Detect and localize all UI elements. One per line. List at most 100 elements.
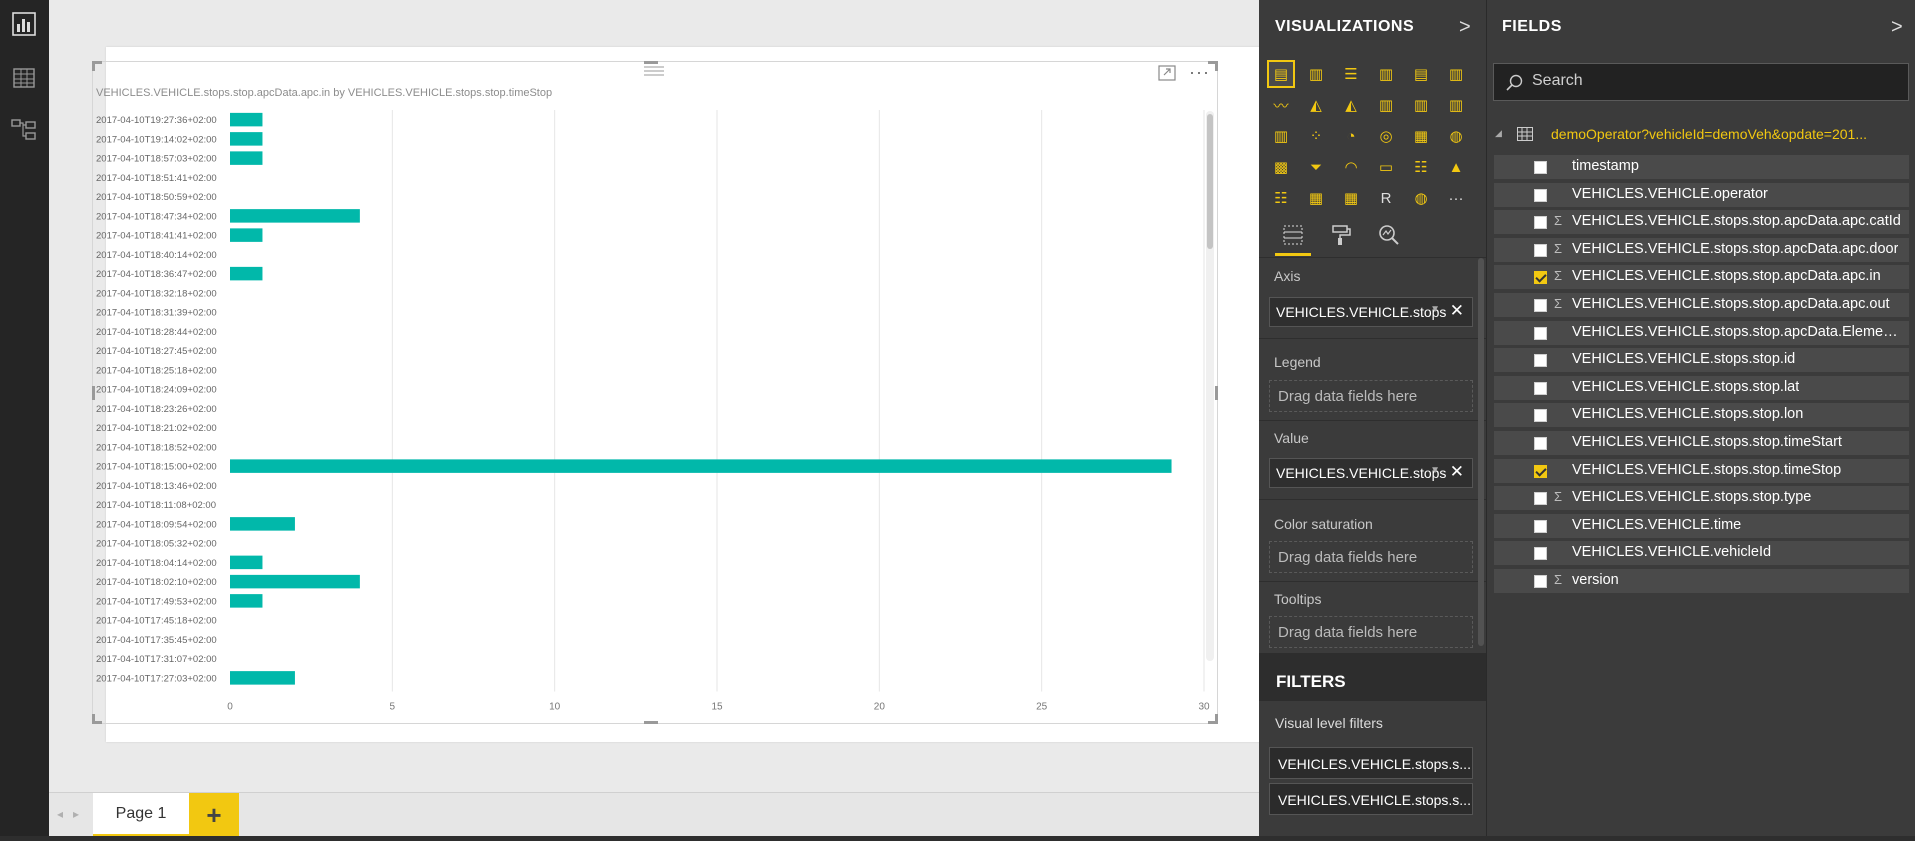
collapse-fields-icon[interactable]: >: [1891, 16, 1903, 39]
field-checkbox[interactable]: [1534, 188, 1547, 202]
map-icon[interactable]: ◍: [1442, 122, 1470, 150]
field-row[interactable]: VEHICLES.VEHICLE.stops.stop.id: [1494, 348, 1909, 374]
field-row[interactable]: VEHICLES.VEHICLE.operator: [1494, 182, 1909, 208]
bar[interactable]: [230, 594, 263, 608]
clustered-column-icon[interactable]: ▥: [1372, 60, 1400, 88]
table-node[interactable]: ◢ demoOperator?vehicleId=demoVeh&opdate=…: [1495, 122, 1909, 148]
line-clustered-icon[interactable]: ▥: [1407, 91, 1435, 119]
data-view-icon[interactable]: [8, 62, 40, 94]
area-icon[interactable]: ◭: [1302, 91, 1330, 119]
drag-grip-icon[interactable]: [644, 65, 664, 77]
stacked-area-icon[interactable]: ◭: [1337, 91, 1365, 119]
gauge-icon[interactable]: ◠: [1337, 153, 1365, 181]
field-row[interactable]: VEHICLES.VEHICLE.stops.stop.lat: [1494, 375, 1909, 401]
tab-page-1[interactable]: Page 1: [93, 793, 189, 837]
field-checkbox[interactable]: [1534, 161, 1547, 174]
field-checkbox[interactable]: [1534, 271, 1547, 285]
value-well-field[interactable]: VEHICLES.VEHICLE.stops ▼ ✕: [1269, 458, 1473, 488]
pie-icon[interactable]: ◔: [1337, 122, 1365, 150]
bar[interactable]: [230, 209, 360, 223]
field-checkbox[interactable]: [1534, 519, 1547, 533]
bar[interactable]: [230, 228, 263, 242]
donut-icon[interactable]: ◎: [1372, 122, 1400, 150]
bar[interactable]: [230, 517, 295, 531]
bar[interactable]: [230, 266, 263, 281]
tab-prev-icon[interactable]: ◂: [57, 807, 63, 821]
field-checkbox[interactable]: [1534, 464, 1547, 478]
matrix-icon[interactable]: ▦: [1337, 184, 1365, 212]
table-icon[interactable]: ▦: [1302, 184, 1330, 212]
stacked-bar-icon[interactable]: ▤: [1267, 60, 1295, 88]
field-checkbox[interactable]: [1534, 326, 1547, 340]
globe-icon[interactable]: ◍: [1407, 184, 1435, 212]
r-visual-icon[interactable]: R: [1372, 184, 1400, 212]
field-checkbox[interactable]: [1534, 299, 1547, 312]
report-view-icon[interactable]: [8, 8, 40, 40]
field-row[interactable]: VEHICLES.VEHICLE.stops.stop.apcData.Elem…: [1494, 320, 1909, 346]
field-row[interactable]: Σversion: [1494, 569, 1909, 594]
card-icon[interactable]: ▭: [1372, 153, 1400, 181]
field-checkbox[interactable]: [1534, 243, 1547, 257]
field-checkbox[interactable]: [1534, 381, 1547, 395]
field-row[interactable]: VEHICLES.VEHICLE.vehicleId: [1494, 541, 1909, 567]
collapse-visualizations-icon[interactable]: >: [1459, 16, 1471, 39]
line-icon[interactable]: 〰: [1267, 91, 1295, 119]
field-row[interactable]: Σ VEHICLES.VEHICLE.stops.stop.apcData.apc…: [1494, 265, 1909, 291]
axis-well-field[interactable]: VEHICLES.VEHICLE.stops ▼ ✕: [1269, 297, 1473, 327]
remove-field-icon[interactable]: ✕: [1450, 462, 1464, 482]
scatter-icon[interactable]: ⁘: [1302, 122, 1330, 150]
chart-scrollbar[interactable]: [1206, 111, 1214, 661]
line-column-icon[interactable]: ▥: [1372, 91, 1400, 119]
field-row[interactable]: Σ VEHICLES.VEHICLE.stops.stop.apcData.apc…: [1494, 210, 1909, 236]
chevron-down-icon[interactable]: ▼: [1430, 465, 1440, 476]
relationships-view-icon[interactable]: [8, 114, 40, 146]
100-column-icon[interactable]: ▥: [1442, 60, 1470, 88]
bar[interactable]: [230, 555, 263, 570]
field-row[interactable]: VEHICLES.VEHICLE.stops.stop.lon: [1494, 403, 1909, 429]
expand-triangle-icon[interactable]: ◢: [1495, 128, 1502, 139]
chart-scrollbar-thumb[interactable]: [1207, 114, 1213, 249]
kpi-icon[interactable]: ▲: [1442, 153, 1470, 181]
resize-handle[interactable]: [644, 61, 658, 64]
bar[interactable]: [230, 671, 295, 685]
fields-tool-icon[interactable]: [1275, 216, 1311, 256]
bar[interactable]: [230, 459, 1172, 473]
bar[interactable]: [230, 132, 263, 146]
stacked-column-icon[interactable]: ▥: [1302, 60, 1330, 88]
field-checkbox[interactable]: [1534, 409, 1547, 423]
wells-scrollbar[interactable]: [1478, 258, 1484, 646]
field-row[interactable]: timestamp: [1494, 155, 1909, 180]
field-checkbox[interactable]: [1534, 216, 1547, 230]
slicer-icon[interactable]: ☷: [1267, 184, 1295, 212]
remove-field-icon[interactable]: ✕: [1450, 301, 1464, 321]
chevron-down-icon[interactable]: ▼: [1430, 304, 1440, 315]
field-row[interactable]: Σ VEHICLES.VEHICLE.stops.stop.type: [1494, 486, 1909, 512]
100-bar-icon[interactable]: ▤: [1407, 60, 1435, 88]
tab-next-icon[interactable]: ▸: [73, 807, 79, 821]
clustered-bar-icon[interactable]: ☰: [1337, 60, 1365, 88]
add-page-button[interactable]: +: [189, 793, 239, 837]
field-checkbox[interactable]: [1534, 437, 1547, 450]
bar-chart-visual[interactable]: ··· VEHICLES.VEHICLE.stops.stop.apcData.…: [92, 61, 1218, 724]
tooltips-drop-zone[interactable]: Drag data fields here: [1269, 616, 1473, 648]
field-checkbox[interactable]: [1534, 547, 1547, 561]
field-checkbox[interactable]: [1534, 575, 1547, 588]
funnel-icon[interactable]: ⏷: [1302, 153, 1330, 181]
filter-item[interactable]: VEHICLES.VEHICLE.stops.s...: [1269, 783, 1473, 815]
bar[interactable]: [230, 112, 263, 127]
resize-handle[interactable]: [92, 61, 95, 71]
legend-drop-zone[interactable]: Drag data fields here: [1269, 380, 1473, 412]
bar[interactable]: [230, 574, 360, 589]
multi-row-card-icon[interactable]: ☷: [1407, 153, 1435, 181]
field-row[interactable]: VEHICLES.VEHICLE.stops.stop.timeStop: [1494, 458, 1909, 484]
field-checkbox[interactable]: [1534, 354, 1547, 368]
field-row[interactable]: Σ VEHICLES.VEHICLE.stops.stop.apcData.apc…: [1494, 293, 1909, 318]
field-row[interactable]: Σ VEHICLES.VEHICLE.stops.stop.apcData.apc…: [1494, 237, 1909, 263]
focus-mode-icon[interactable]: [1158, 65, 1176, 81]
field-row[interactable]: VEHICLES.VEHICLE.stops.stop.timeStart: [1494, 431, 1909, 456]
search-input[interactable]: [1532, 72, 1892, 90]
format-paint-roller-icon[interactable]: [1323, 220, 1359, 250]
color-saturation-drop-zone[interactable]: Drag data fields here: [1269, 541, 1473, 573]
resize-handle[interactable]: [1215, 61, 1218, 71]
ribbon-icon[interactable]: ▥: [1442, 91, 1470, 119]
